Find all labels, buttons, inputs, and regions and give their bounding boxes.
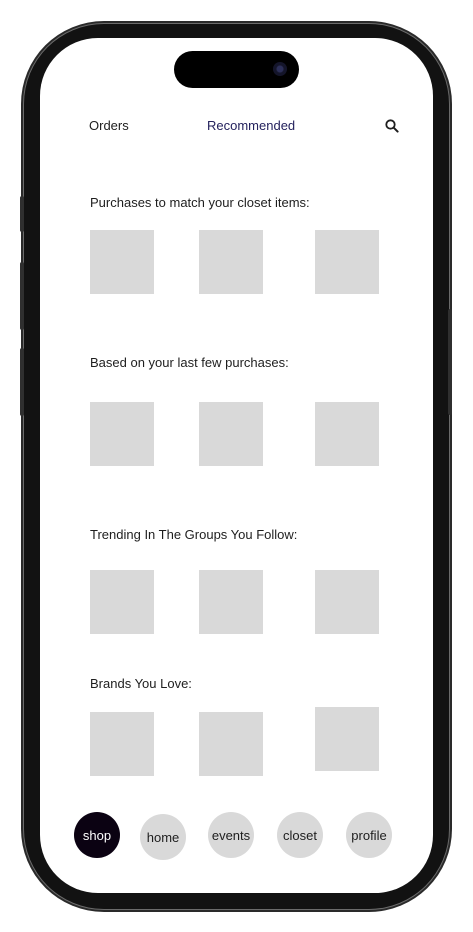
action-button xyxy=(20,196,24,232)
product-tile[interactable] xyxy=(199,402,263,466)
power-button xyxy=(448,309,452,415)
nav-closet-button[interactable]: closet xyxy=(277,812,323,858)
product-tile[interactable] xyxy=(90,712,154,776)
volume-down-button xyxy=(20,348,24,416)
nav-home-button[interactable]: home xyxy=(140,814,186,860)
tab-recommended[interactable]: Recommended xyxy=(207,118,295,133)
section-title-closet-match: Purchases to match your closet items: xyxy=(90,195,310,210)
volume-up-button xyxy=(20,262,24,330)
section-title-last-purchases: Based on your last few purchases: xyxy=(90,355,289,370)
nav-profile-button[interactable]: profile xyxy=(346,812,392,858)
product-tile[interactable] xyxy=(315,707,379,771)
product-tile[interactable] xyxy=(90,230,154,294)
product-tile[interactable] xyxy=(315,570,379,634)
app-screen: Orders Recommended Purchases to match yo… xyxy=(40,38,433,893)
camera-icon xyxy=(273,62,287,76)
product-tile[interactable] xyxy=(315,230,379,294)
product-tile[interactable] xyxy=(315,402,379,466)
search-icon[interactable] xyxy=(384,118,400,134)
product-tile[interactable] xyxy=(199,230,263,294)
section-title-brands-you-love: Brands You Love: xyxy=(90,676,192,691)
dynamic-island xyxy=(174,51,299,88)
tab-orders[interactable]: Orders xyxy=(89,118,129,133)
nav-events-button[interactable]: events xyxy=(208,812,254,858)
product-tile[interactable] xyxy=(199,570,263,634)
nav-shop-button[interactable]: shop xyxy=(74,812,120,858)
product-tile[interactable] xyxy=(90,570,154,634)
section-title-trending-groups: Trending In The Groups You Follow: xyxy=(90,527,298,542)
product-tile[interactable] xyxy=(199,712,263,776)
product-tile[interactable] xyxy=(90,402,154,466)
